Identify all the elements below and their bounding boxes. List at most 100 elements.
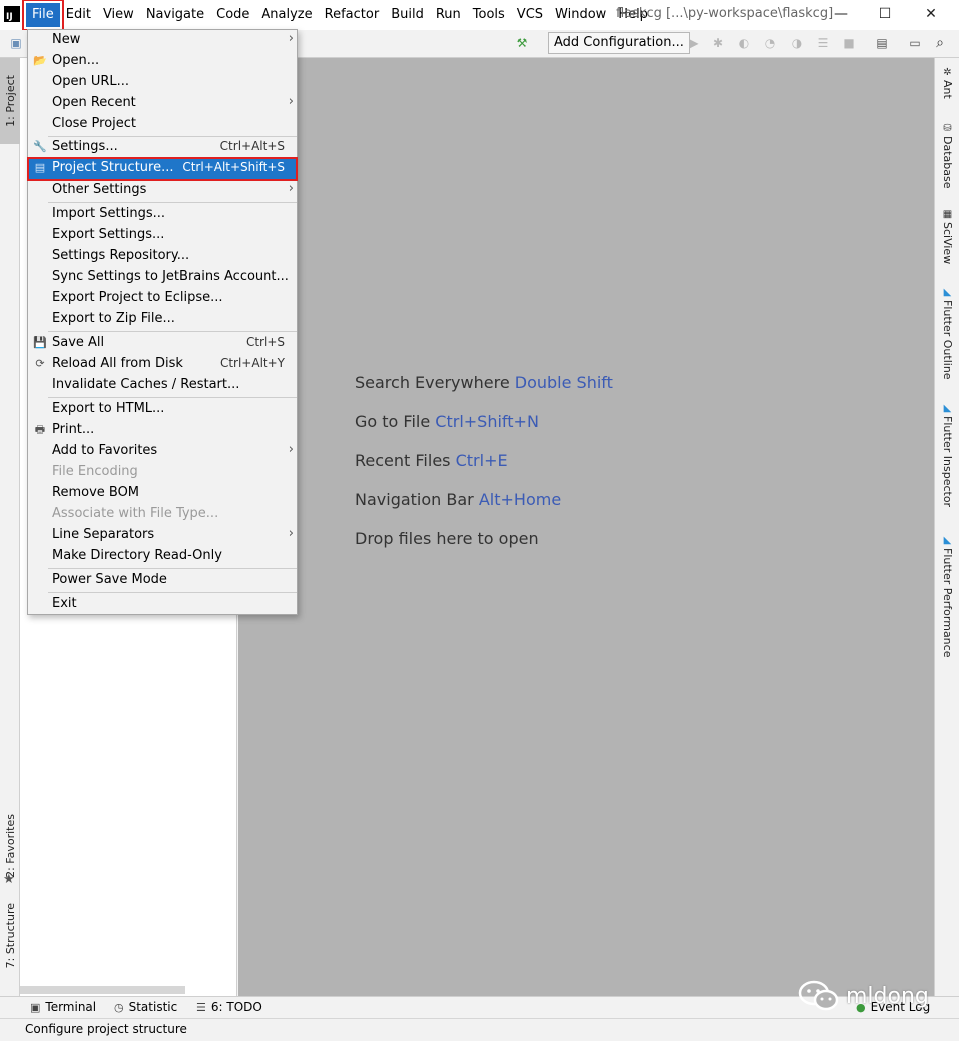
menu-item-settings[interactable]: 🔧 Settings... Ctrl+Alt+S [28, 137, 297, 158]
menu-tools[interactable]: Tools [467, 3, 511, 27]
menu-separator [48, 331, 297, 332]
menu-item-export-zip[interactable]: Export to Zip File... [28, 309, 297, 330]
intellij-logo-icon[interactable]: IJ [4, 6, 20, 22]
menu-item-sync-settings[interactable]: Sync Settings to JetBrains Account... [28, 267, 297, 288]
menu-separator [48, 397, 297, 398]
menu-bar: File Edit View Navigate Code Analyze Ref… [22, 0, 654, 31]
menu-item-print[interactable]: 🖶 Print... [28, 420, 297, 441]
build-hammer-icon[interactable]: ⚒ [514, 35, 530, 51]
menu-item-line-separators[interactable]: Line Separators › [28, 525, 297, 546]
tab-database[interactable]: ⛁ Database [935, 122, 959, 189]
folder-open-icon: 📂 [33, 54, 47, 67]
run-coverage-icon[interactable]: ◐ [736, 35, 752, 51]
menu-item-exit[interactable]: Exit [28, 594, 297, 615]
project-structure-icon[interactable]: ▤ [874, 35, 890, 51]
wrench-icon: 🔧 [33, 140, 47, 153]
project-structure-icon: ▤ [34, 161, 46, 174]
editor-empty-area[interactable]: Search Everywhere Double Shift Go to Fil… [238, 58, 934, 996]
menu-item-open-recent[interactable]: Open Recent › [28, 93, 297, 114]
hint-go-to-file: Go to File Ctrl+Shift+N [355, 412, 539, 431]
run-icon[interactable]: ▶ [686, 35, 702, 51]
project-view-icon[interactable]: ▣ [8, 35, 24, 51]
reload-icon: ⟳ [35, 357, 45, 370]
hint-navigation-bar: Navigation Bar Alt+Home [355, 490, 562, 509]
menu-analyze[interactable]: Analyze [255, 3, 318, 27]
tab-project[interactable]: 1: Project [0, 58, 20, 144]
window-title: flaskcg [...\py-workspace\flaskcg] [616, 6, 834, 21]
status-message: Configure project structure [25, 1022, 187, 1036]
status-bar: Configure project structure [0, 1018, 959, 1041]
debug-icon[interactable]: ✱ [710, 35, 726, 51]
menu-run[interactable]: Run [430, 3, 467, 27]
hint-drop-files: Drop files here to open [355, 529, 539, 548]
menu-item-export-eclipse[interactable]: Export Project to Eclipse... [28, 288, 297, 309]
menu-item-file-encoding: File Encoding [52, 464, 138, 479]
tab-flutter-performance[interactable]: ◣ Flutter Performance [935, 534, 959, 657]
menu-separator [48, 592, 297, 593]
menu-item-project-structure[interactable]: ▤ Project Structure... Ctrl+Alt+Shift+S [27, 157, 298, 181]
maximize-button[interactable]: ☐ [872, 3, 898, 25]
concurrency-icon[interactable]: ◑ [789, 35, 805, 51]
menu-navigate[interactable]: Navigate [140, 3, 210, 27]
presentation-icon[interactable]: ▭ [907, 35, 923, 51]
project-horizontal-scrollbar[interactable] [20, 986, 185, 994]
printer-icon: 🖶 [34, 423, 46, 436]
menu-file[interactable]: File [22, 0, 64, 31]
menu-item-open-url[interactable]: Open URL... [28, 72, 297, 93]
run-tasks-icon[interactable]: ☰ [815, 35, 831, 51]
menu-item-close-project[interactable]: Close Project [28, 114, 297, 135]
tab-flutter-inspector[interactable]: ◣ Flutter Inspector [935, 402, 959, 507]
menu-item-open[interactable]: 📂 Open... [28, 51, 297, 72]
menu-item-import-settings[interactable]: Import Settings... [28, 204, 297, 225]
add-configuration-button[interactable]: Add Configuration... [548, 32, 690, 54]
menu-vcs[interactable]: VCS [511, 3, 549, 27]
tab-terminal[interactable]: ▣ Terminal [30, 1000, 96, 1014]
menu-separator [48, 202, 297, 203]
menu-item-save-all[interactable]: 💾 Save All Ctrl+S [28, 333, 297, 354]
sciview-icon: ▦ [942, 209, 953, 220]
menu-build[interactable]: Build [385, 3, 430, 27]
menu-item-make-read-only[interactable]: Make Directory Read-Only [28, 546, 297, 567]
menu-item-export-html[interactable]: Export to HTML... [28, 399, 297, 420]
menu-item-power-save[interactable]: Power Save Mode [28, 570, 297, 591]
statistic-icon: ◷ [114, 1000, 124, 1014]
flutter-icon: ◣ [943, 535, 952, 546]
minimize-button[interactable]: — [828, 3, 854, 25]
close-button[interactable]: ✕ [918, 3, 944, 25]
terminal-icon: ▣ [30, 1000, 41, 1014]
todo-icon: ☰ [196, 1000, 206, 1014]
menu-item-associate-file-type: Associate with File Type... [52, 506, 219, 521]
menu-refactor[interactable]: Refactor [319, 3, 386, 27]
hint-recent-files: Recent Files Ctrl+E [355, 451, 508, 470]
tab-ant[interactable]: ✲ Ant [935, 66, 959, 99]
left-tool-strip: 1: Project 2: Favorites ★ 7: Structure [0, 58, 20, 996]
title-bar: IJ File Edit View Navigate Code Analyze … [0, 0, 959, 31]
menu-item-new[interactable]: New › [28, 30, 297, 51]
stop-icon[interactable]: ■ [841, 35, 857, 51]
tab-flutter-outline[interactable]: ◣ Flutter Outline [935, 286, 959, 380]
hint-search-everywhere: Search Everywhere Double Shift [355, 373, 613, 392]
menu-separator [48, 568, 297, 569]
menu-item-settings-repository[interactable]: Settings Repository... [28, 246, 297, 267]
menu-code[interactable]: Code [210, 3, 255, 27]
search-icon[interactable]: ⌕ [932, 35, 948, 51]
menu-item-other-settings[interactable]: Other Settings › [28, 180, 297, 201]
menu-item-export-settings[interactable]: Export Settings... [28, 225, 297, 246]
save-icon: 💾 [33, 336, 47, 349]
tab-sciview[interactable]: ▦ SciView [935, 208, 959, 264]
profile-icon[interactable]: ◔ [762, 35, 778, 51]
menu-view[interactable]: View [97, 3, 140, 27]
menu-window[interactable]: Window [549, 3, 612, 27]
tab-structure[interactable]: 7: Structure [0, 903, 20, 968]
flutter-icon: ◣ [943, 403, 952, 414]
menu-item-remove-bom[interactable]: Remove BOM [28, 483, 297, 504]
database-icon: ⛁ [943, 123, 952, 134]
favorites-star-icon: ★ [3, 872, 15, 887]
menu-item-invalidate-caches[interactable]: Invalidate Caches / Restart... [28, 375, 297, 396]
menu-edit[interactable]: Edit [60, 3, 97, 27]
menu-item-reload-all[interactable]: ⟳ Reload All from Disk Ctrl+Alt+Y [28, 354, 297, 375]
tab-statistic[interactable]: ◷ Statistic [114, 1000, 177, 1014]
file-menu-dropdown: New › 📂 Open... Open URL... Open Recent › C… [27, 29, 298, 615]
tab-todo[interactable]: ☰ 6: TODO [196, 1000, 262, 1014]
menu-item-add-favorites[interactable]: Add to Favorites › [28, 441, 297, 462]
